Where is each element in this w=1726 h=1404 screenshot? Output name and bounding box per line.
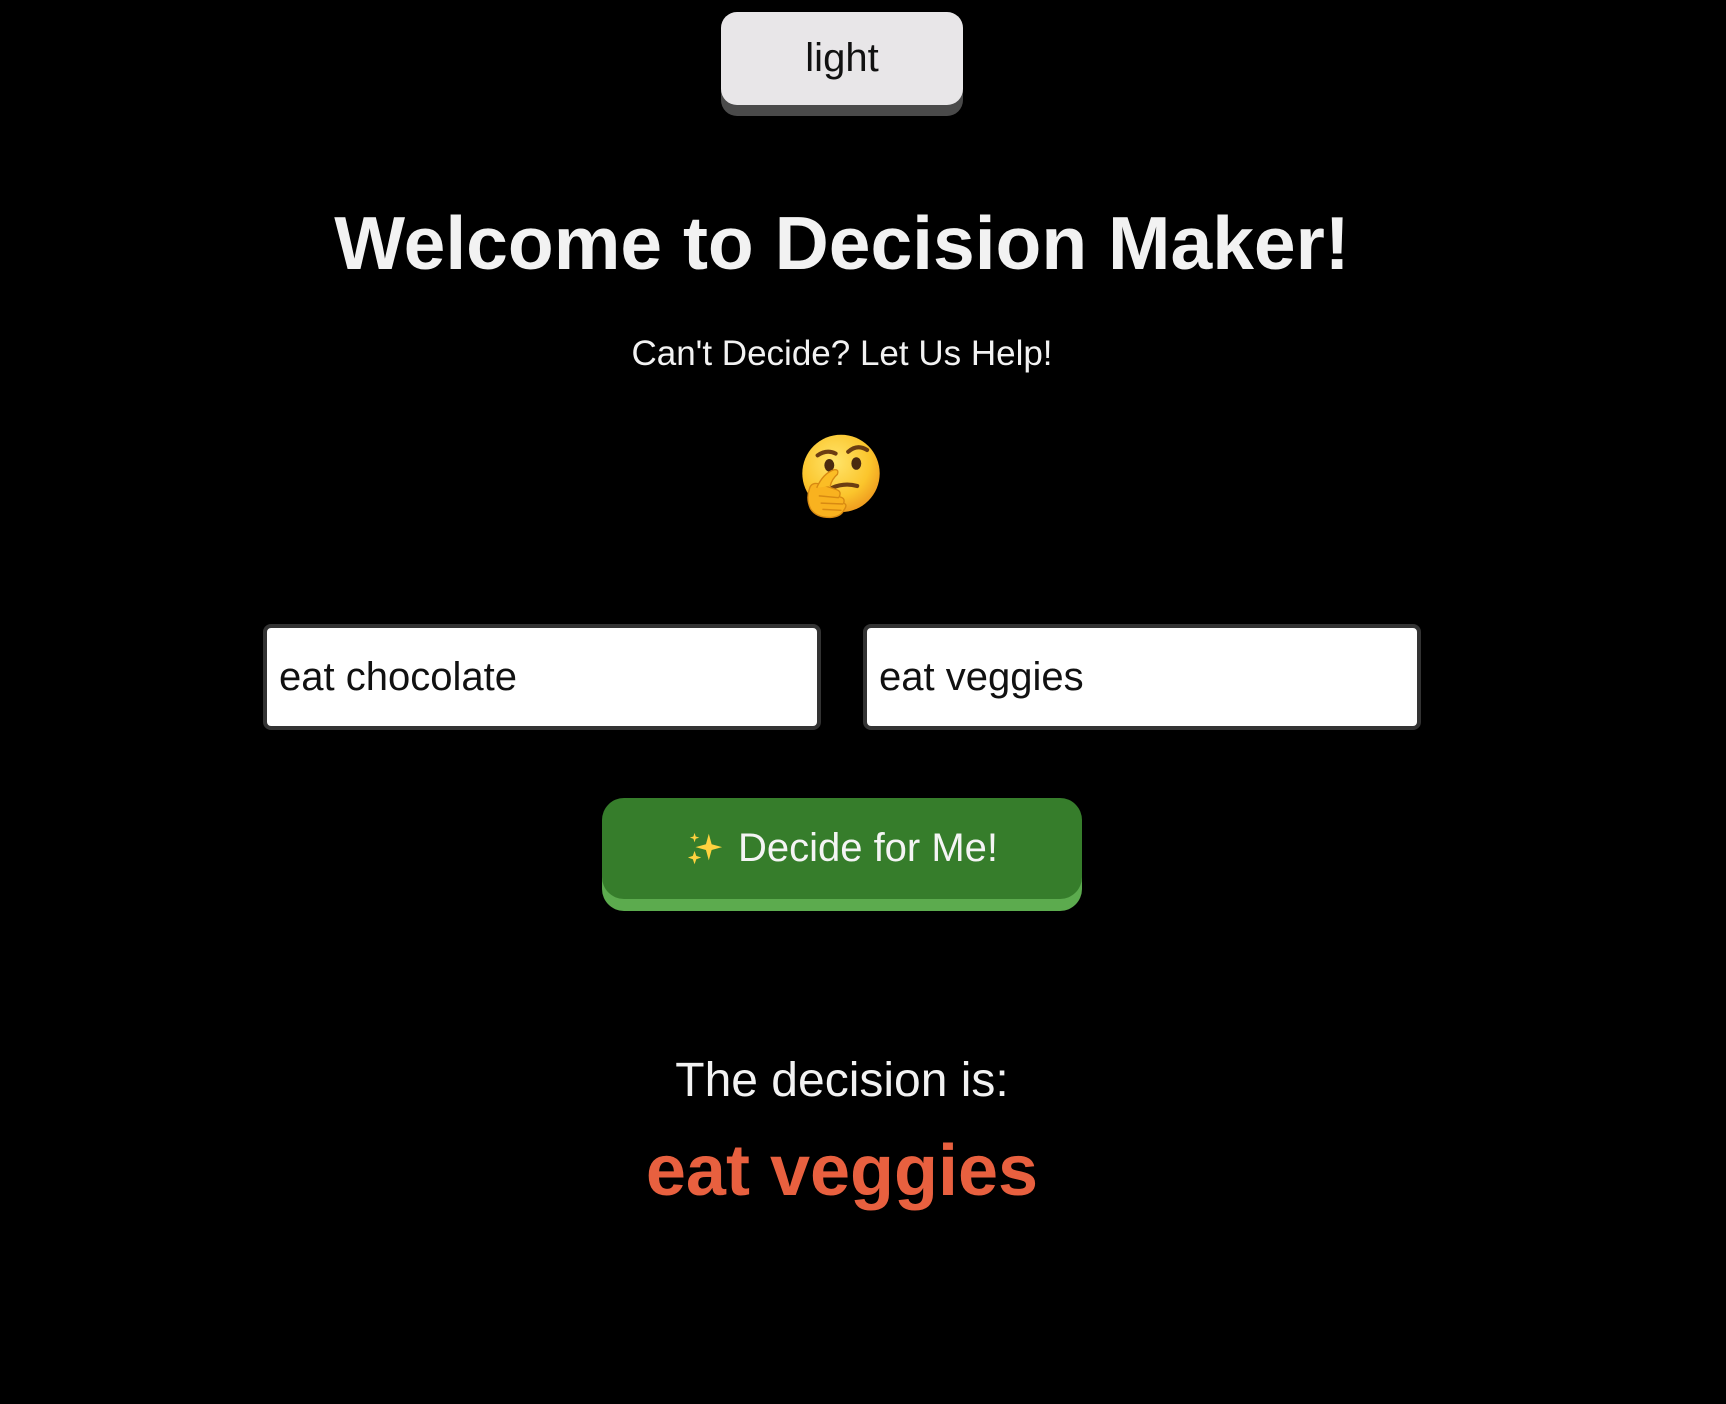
page-title: Welcome to Decision Maker! bbox=[334, 201, 1350, 285]
decide-button[interactable]: Decide for Me! bbox=[602, 798, 1082, 899]
thinking-face-icon bbox=[802, 434, 880, 519]
decide-button-label: Decide for Me! bbox=[737, 826, 999, 870]
option-one-input[interactable] bbox=[263, 624, 821, 730]
page-subtitle: Can't Decide? Let Us Help! bbox=[631, 334, 1053, 373]
decision-label: The decision is: bbox=[675, 1054, 1009, 1107]
decision-result: eat veggies bbox=[645, 1131, 1039, 1211]
theme-toggle-button[interactable]: light bbox=[721, 12, 963, 105]
sparkles-icon bbox=[687, 832, 723, 864]
option-two-input[interactable] bbox=[863, 624, 1421, 730]
